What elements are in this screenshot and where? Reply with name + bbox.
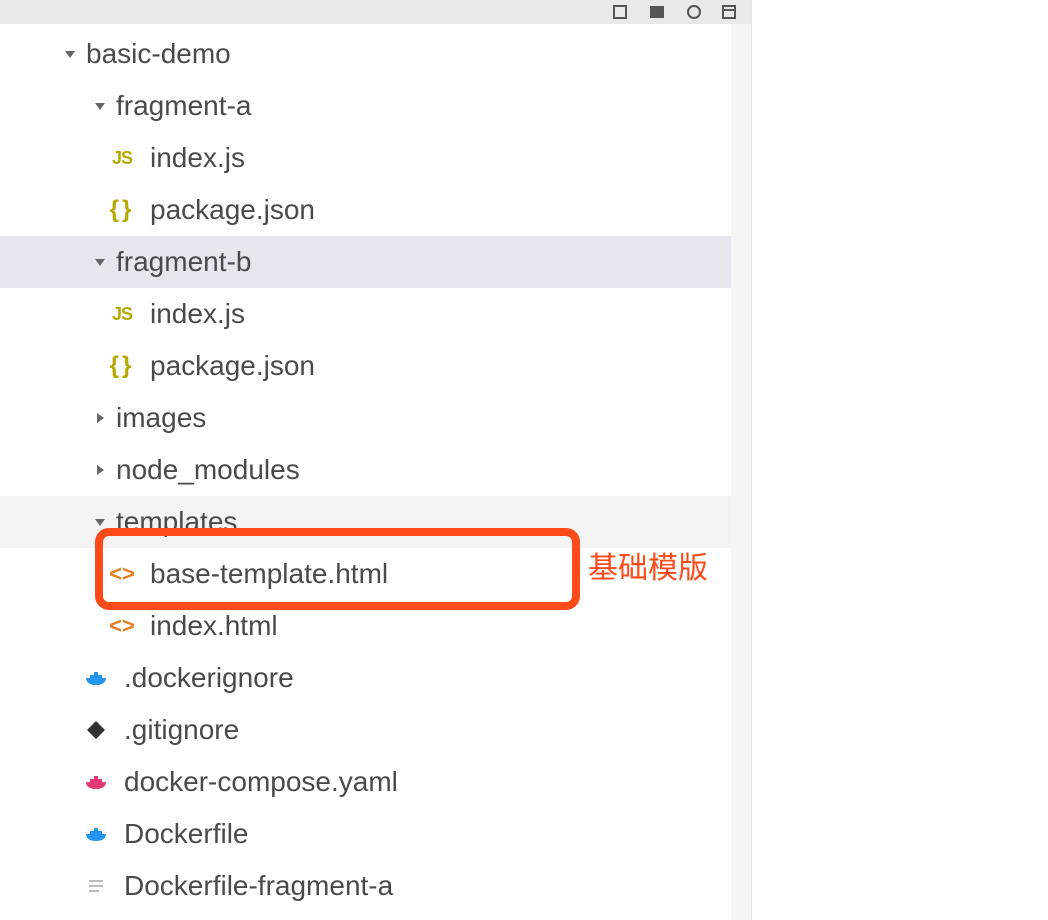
tree-item-label: basic-demo xyxy=(86,38,231,70)
tree-folder-basic-demo[interactable]: basic-demo xyxy=(0,28,751,80)
tree-file-dockerignore[interactable]: .dockerignore xyxy=(0,652,751,704)
tree-file-dockerfile[interactable]: Dockerfile xyxy=(0,808,751,860)
js-icon: JS xyxy=(106,146,138,170)
collapse-icon[interactable] xyxy=(719,3,741,21)
tree-item-label: fragment-a xyxy=(116,90,251,122)
tree-file-package-json[interactable]: {} package.json xyxy=(0,184,751,236)
html-icon: <> xyxy=(106,614,138,638)
docker-icon xyxy=(80,666,112,690)
file-tree: basic-demo fragment-a JS index.js {} pac… xyxy=(0,24,751,912)
html-icon: <> xyxy=(106,562,138,586)
scrollbar[interactable] xyxy=(731,24,751,920)
refresh-icon[interactable] xyxy=(683,3,705,21)
tree-folder-fragment-a[interactable]: fragment-a xyxy=(0,80,751,132)
tree-file-dockerfile-fragment-a[interactable]: Dockerfile-fragment-a xyxy=(0,860,751,912)
annotation-label: 基础模版 xyxy=(588,543,708,587)
docker-icon xyxy=(80,822,112,846)
new-file-icon[interactable] xyxy=(611,3,633,21)
js-icon: JS xyxy=(106,302,138,326)
tree-item-label: images xyxy=(116,402,206,434)
tree-file-index-html[interactable]: <> index.html xyxy=(0,600,751,652)
docker-compose-icon xyxy=(80,770,112,794)
git-icon xyxy=(80,718,112,742)
tree-item-label: index.html xyxy=(150,610,278,642)
tree-file-package-json[interactable]: {} package.json xyxy=(0,340,751,392)
tree-item-label: .dockerignore xyxy=(124,662,294,694)
tree-item-label: .gitignore xyxy=(124,714,239,746)
chevron-down-icon xyxy=(60,44,80,64)
tree-item-label: package.json xyxy=(150,194,315,226)
tree-file-docker-compose[interactable]: docker-compose.yaml xyxy=(0,756,751,808)
tree-file-index-js[interactable]: JS index.js xyxy=(0,288,751,340)
tree-folder-templates[interactable]: templates xyxy=(0,496,751,548)
tree-folder-node-modules[interactable]: node_modules xyxy=(0,444,751,496)
tree-item-label: docker-compose.yaml xyxy=(124,766,398,798)
json-icon: {} xyxy=(106,198,138,222)
tree-item-label: index.js xyxy=(150,298,245,330)
new-folder-icon[interactable] xyxy=(647,3,669,21)
tree-item-label: Dockerfile-fragment-a xyxy=(124,870,393,902)
tree-file-gitignore[interactable]: .gitignore xyxy=(0,704,751,756)
chevron-down-icon xyxy=(90,96,110,116)
explorer-toolbar xyxy=(0,0,751,24)
text-file-icon xyxy=(80,874,112,898)
chevron-right-icon xyxy=(90,460,110,480)
tree-item-label: base-template.html xyxy=(150,558,388,590)
tree-item-label: index.js xyxy=(150,142,245,174)
tree-file-index-js[interactable]: JS index.js xyxy=(0,132,751,184)
tree-item-label: Dockerfile xyxy=(124,818,248,850)
tree-item-label: templates xyxy=(116,506,237,538)
tree-item-label: package.json xyxy=(150,350,315,382)
chevron-down-icon xyxy=(90,512,110,532)
chevron-right-icon xyxy=(90,408,110,428)
json-icon: {} xyxy=(106,354,138,378)
tree-folder-fragment-b[interactable]: fragment-b xyxy=(0,236,751,288)
tree-item-label: fragment-b xyxy=(116,246,251,278)
chevron-down-icon xyxy=(90,252,110,272)
tree-item-label: node_modules xyxy=(116,454,300,486)
tree-folder-images[interactable]: images xyxy=(0,392,751,444)
file-explorer-sidebar: basic-demo fragment-a JS index.js {} pac… xyxy=(0,0,752,920)
